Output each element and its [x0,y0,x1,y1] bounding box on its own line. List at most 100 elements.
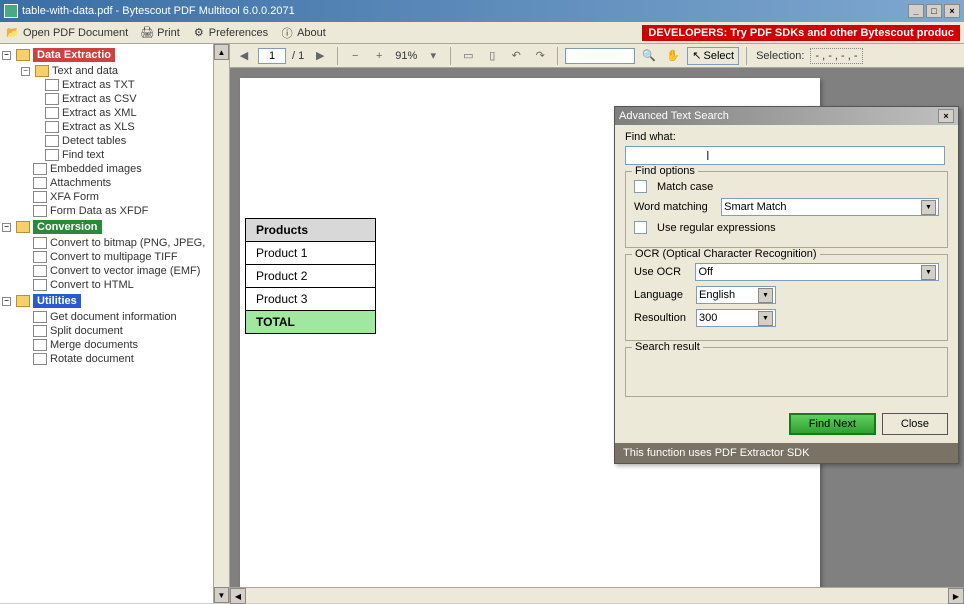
scroll-right-icon[interactable]: ▶ [948,588,964,604]
fit-page-button[interactable]: ▭ [458,47,478,65]
table-header: Products [246,219,376,242]
binoculars-icon[interactable]: 🔍 [639,47,659,65]
rotate-left-button[interactable]: ↶ [506,47,526,65]
preferences-menu[interactable]: ⚙Preferences [190,26,270,40]
tree-embedded-images[interactable]: Embedded images [0,162,229,176]
tree-extract-xls[interactable]: Extract as XLS [0,120,229,134]
next-page-button[interactable]: ▶ [310,47,330,65]
tree-convert-emf[interactable]: Convert to vector image (EMF) [0,264,229,278]
minimize-button[interactable]: _ [908,4,924,18]
pdf-content-table: Products Product 1 Product 2 Product 3 T… [245,218,376,334]
search-result-legend: Search result [632,341,703,353]
folder-open-icon: 📂 [6,26,20,40]
dialog-close-button-2[interactable]: Close [882,413,948,435]
scroll-up-icon[interactable]: ▲ [214,44,229,60]
about-menu[interactable]: ⓘAbout [278,26,328,40]
text-cursor-icon: I [706,148,710,163]
vector-icon [33,265,47,277]
match-case-label: Match case [657,181,713,193]
tree-split[interactable]: Split document [0,324,229,338]
search-icon [45,149,59,161]
open-label: Open PDF Document [23,27,128,39]
tree-scrollbar[interactable]: ▲ ▼ [213,44,229,603]
menu-bar: 📂Open PDF Document 🖨Print ⚙Preferences ⓘ… [0,22,964,44]
find-what-input[interactable]: I [625,146,945,165]
use-regex-label: Use regular expressions [657,222,776,234]
resolution-select[interactable]: 300▼ [696,309,776,327]
tree-cat-utilities[interactable]: −Utilities [0,292,229,310]
page-number-input[interactable] [258,48,286,64]
table-cell: Product 1 [246,242,376,265]
table-cell: Product 2 [246,265,376,288]
window-title: table-with-data.pdf - Bytescout PDF Mult… [22,5,908,17]
find-options-group: Find options Match case Word matchingSma… [625,171,948,248]
close-window-button[interactable]: × [944,4,960,18]
fit-width-button[interactable]: ▯ [482,47,502,65]
csv-icon [45,93,59,105]
tree-merge[interactable]: Merge documents [0,338,229,352]
scroll-down-icon[interactable]: ▼ [214,587,229,603]
tree-doc-info[interactable]: Get document information [0,310,229,324]
table-icon [45,135,59,147]
dialog-title-bar[interactable]: Advanced Text Search × [615,107,958,125]
tree-convert-html[interactable]: Convert to HTML [0,278,229,292]
tree: −Data Extractio −Text and data Extract a… [0,44,229,368]
tree-text-and-data[interactable]: −Text and data [0,64,229,78]
tree-xfa-form[interactable]: XFA Form [0,190,229,204]
zoom-dropdown[interactable]: ▾ [423,47,443,65]
zoom-out-button[interactable]: − [345,47,365,65]
merge-icon [33,339,47,351]
chevron-down-icon: ▼ [758,311,773,326]
advanced-search-dialog: Advanced Text Search × Find what: I Find… [614,106,959,464]
folder-icon [16,221,30,233]
developer-banner[interactable]: DEVELOPERS: Try PDF SDKs and other Bytes… [642,25,960,41]
find-options-legend: Find options [632,165,698,177]
prev-page-button[interactable]: ◀ [234,47,254,65]
quick-search-input[interactable] [565,48,635,64]
folder-icon [16,49,30,61]
xml-icon [45,107,59,119]
language-label: Language [634,289,690,301]
folder-icon [16,295,30,307]
tree-extract-xml[interactable]: Extract as XML [0,106,229,120]
ocr-legend: OCR (Optical Character Recognition) [632,248,820,260]
tree-convert-bitmap[interactable]: Convert to bitmap (PNG, JPEG, [0,236,229,250]
doc-hscrollbar[interactable]: ◀ ▶ [230,587,964,603]
table-total: TOTAL [246,311,376,334]
tree-cat-conversion[interactable]: −Conversion [0,218,229,236]
language-select[interactable]: English▼ [696,286,776,304]
dialog-footer: This function uses PDF Extractor SDK [615,443,958,463]
print-menu[interactable]: 🖨Print [138,26,182,40]
tree-find-text[interactable]: Find text [0,148,229,162]
tree-xfdf[interactable]: Form Data as XFDF [0,204,229,218]
zoom-in-button[interactable]: + [369,47,389,65]
tree-rotate[interactable]: Rotate document [0,352,229,366]
use-ocr-select[interactable]: Off▼ [695,263,939,281]
about-label: About [297,27,326,39]
gear-icon: ⚙ [192,26,206,40]
use-regex-checkbox[interactable] [634,221,647,234]
find-what-label: Find what: [625,131,948,143]
open-pdf-menu[interactable]: 📂Open PDF Document [4,26,130,40]
dialog-close-button[interactable]: × [938,109,954,123]
word-matching-select[interactable]: Smart Match▼ [721,198,939,216]
rotate-icon [33,353,47,365]
find-next-button[interactable]: Find Next [789,413,876,435]
rotate-right-button[interactable]: ↷ [530,47,550,65]
cursor-icon: ↖ [692,49,701,62]
select-tool-button[interactable]: ↖Select [687,47,739,65]
xls-icon [45,121,59,133]
tree-attachments[interactable]: Attachments [0,176,229,190]
tree-extract-txt[interactable]: Extract as TXT [0,78,229,92]
form-icon [33,205,47,217]
tree-extract-csv[interactable]: Extract as CSV [0,92,229,106]
hand-tool-button[interactable]: ✋ [663,47,683,65]
image-icon [33,163,47,175]
match-case-checkbox[interactable] [634,180,647,193]
scroll-left-icon[interactable]: ◀ [230,588,246,604]
tree-convert-tiff[interactable]: Convert to multipage TIFF [0,250,229,264]
tree-cat-data-extraction[interactable]: −Data Extractio [0,46,229,64]
maximize-button[interactable]: □ [926,4,942,18]
tree-detect-tables[interactable]: Detect tables [0,134,229,148]
image-icon [33,237,47,249]
